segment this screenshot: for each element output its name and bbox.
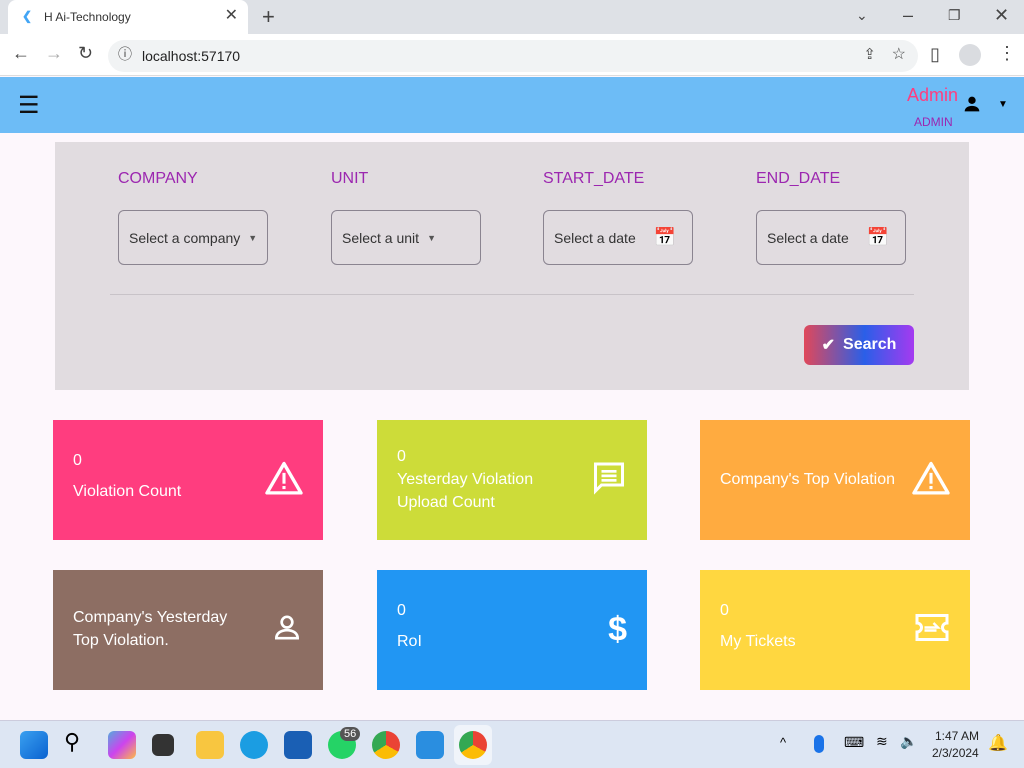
clock-date[interactable]: 2/3/2024 [932, 746, 979, 760]
dollar-icon: $ [608, 610, 627, 649]
info-icon: ⓘ [118, 46, 132, 62]
card-value: 0 [397, 602, 406, 619]
chrome-profile-icon[interactable] [372, 731, 400, 759]
user-role: ADMIN [914, 115, 953, 129]
card-label: Company's Yesterday Top Violation. [73, 609, 228, 649]
card-label: Violation Count [73, 483, 182, 500]
warning-icon [912, 461, 950, 500]
calendar-icon[interactable]: 📅 [867, 227, 889, 248]
app-bar: ☰ Admin ADMIN ▼ [0, 77, 1024, 133]
divider [110, 294, 914, 295]
close-tab-icon[interactable]: ✕ [225, 8, 238, 24]
card-label: Company's Top Violation [720, 471, 896, 488]
check-icon: ✔ [821, 337, 836, 354]
start-date-field[interactable]: Select a date 📅 [543, 210, 693, 265]
stat-card[interactable]: Company's Top Violation [700, 420, 970, 540]
store-icon[interactable] [284, 731, 312, 759]
taskbar: ⚲ 56 ^ ⌨ ≋ 🔈 1:47 AM 2/3/2024 🔔 [0, 720, 1024, 768]
card-value: 0 [397, 448, 406, 465]
profile-icon[interactable] [959, 44, 981, 66]
file-explorer-icon[interactable] [196, 731, 224, 759]
chrome-icon[interactable] [459, 731, 487, 759]
ticket-icon [914, 612, 950, 649]
restore-icon[interactable]: ❐ [948, 8, 961, 22]
stat-card[interactable]: 0 Violation Count [53, 420, 323, 540]
company-select[interactable]: Select a company ▼ [118, 210, 268, 265]
end-date-placeholder: Select a date [767, 229, 849, 246]
url-text: localhost:57170 [142, 48, 241, 64]
copilot-icon[interactable] [108, 731, 136, 759]
tab-title: H Ai-Technology [44, 10, 131, 24]
start-date-placeholder: Select a date [554, 229, 636, 246]
warning-icon [265, 461, 303, 500]
share-icon[interactable]: ⇪ [863, 47, 876, 62]
dropdown-arrow-icon: ▼ [427, 232, 436, 243]
hamburger-menu-icon[interactable]: ☰ [18, 91, 40, 120]
minimize-icon[interactable]: – [903, 6, 913, 24]
search-button[interactable]: ✔ Search [804, 325, 914, 365]
search-label: Search [843, 336, 897, 353]
address-bar[interactable]: ⓘ localhost:57170 ⇪ ☆ [108, 40, 918, 72]
tab-search-icon[interactable]: ⌄ [856, 8, 868, 22]
notification-bell-icon[interactable]: 🔔 [988, 733, 1008, 753]
task-view-icon[interactable] [152, 734, 174, 756]
calendar-icon[interactable]: 📅 [654, 227, 676, 248]
person-icon [271, 612, 303, 649]
whatsapp-badge: 56 [340, 727, 361, 741]
bookmark-star-icon[interactable]: ☆ [892, 47, 906, 63]
dropdown-arrow-icon: ▼ [248, 232, 258, 243]
end-date-label: END_DATE [756, 170, 841, 187]
message-icon [591, 460, 627, 501]
vscode-icon[interactable] [416, 731, 444, 759]
card-label: My Tickets [720, 633, 796, 650]
company-placeholder: Select a company [129, 229, 241, 246]
card-label: RoI [397, 633, 422, 650]
filter-panel: COMPANY UNIT START_DATE END_DATE Select … [55, 142, 969, 390]
bluetooth-icon[interactable] [814, 735, 824, 753]
search-icon[interactable]: ⚲ [64, 729, 80, 755]
person-icon[interactable] [961, 93, 983, 115]
forward-icon[interactable]: → [45, 44, 63, 62]
clock-time[interactable]: 1:47 AM [935, 729, 979, 743]
company-label: COMPANY [118, 170, 198, 187]
menu-dots-icon[interactable]: ⋮ [998, 44, 1016, 62]
stat-card[interactable]: 0 My Tickets [700, 570, 970, 690]
unit-label: UNIT [331, 170, 369, 187]
start-date-label: START_DATE [543, 170, 645, 187]
browser-tab[interactable]: ❮ H Ai-Technology ✕ [8, 0, 248, 34]
side-panel-icon[interactable]: ▯ [930, 45, 940, 63]
card-value: 0 [720, 602, 729, 619]
card-label: Yesterday Violation Upload Count [397, 471, 534, 511]
reload-icon[interactable]: ↻ [78, 44, 93, 62]
dropdown-arrow-icon[interactable]: ▼ [998, 99, 1008, 110]
windows-start-icon[interactable] [20, 731, 48, 759]
stat-card[interactable]: 0 Yesterday Violation Upload Count [377, 420, 647, 540]
edge-icon[interactable] [240, 731, 268, 759]
stat-card[interactable]: Company's Yesterday Top Violation. [53, 570, 323, 690]
unit-placeholder: Select a unit [342, 229, 420, 246]
keyboard-icon[interactable]: ⌨ [844, 734, 864, 751]
close-window-icon[interactable]: ✕ [994, 6, 1009, 24]
new-tab-icon[interactable]: + [262, 6, 275, 28]
volume-icon[interactable]: 🔈 [900, 733, 917, 750]
browser-tab-bar: ❮ H Ai-Technology ✕ + ⌄ – ❐ ✕ [0, 0, 1024, 38]
back-icon[interactable]: ← [12, 44, 30, 62]
stat-card[interactable]: 0 RoI $ [377, 570, 647, 690]
card-value: 0 [73, 452, 82, 469]
end-date-field[interactable]: Select a date 📅 [756, 210, 906, 265]
chevron-up-icon[interactable]: ^ [780, 735, 786, 750]
unit-select[interactable]: Select a unit ▼ [331, 210, 481, 265]
wifi-icon[interactable]: ≋ [876, 733, 888, 750]
user-name: Admin [907, 85, 959, 105]
flutter-icon: ❮ [22, 9, 33, 23]
